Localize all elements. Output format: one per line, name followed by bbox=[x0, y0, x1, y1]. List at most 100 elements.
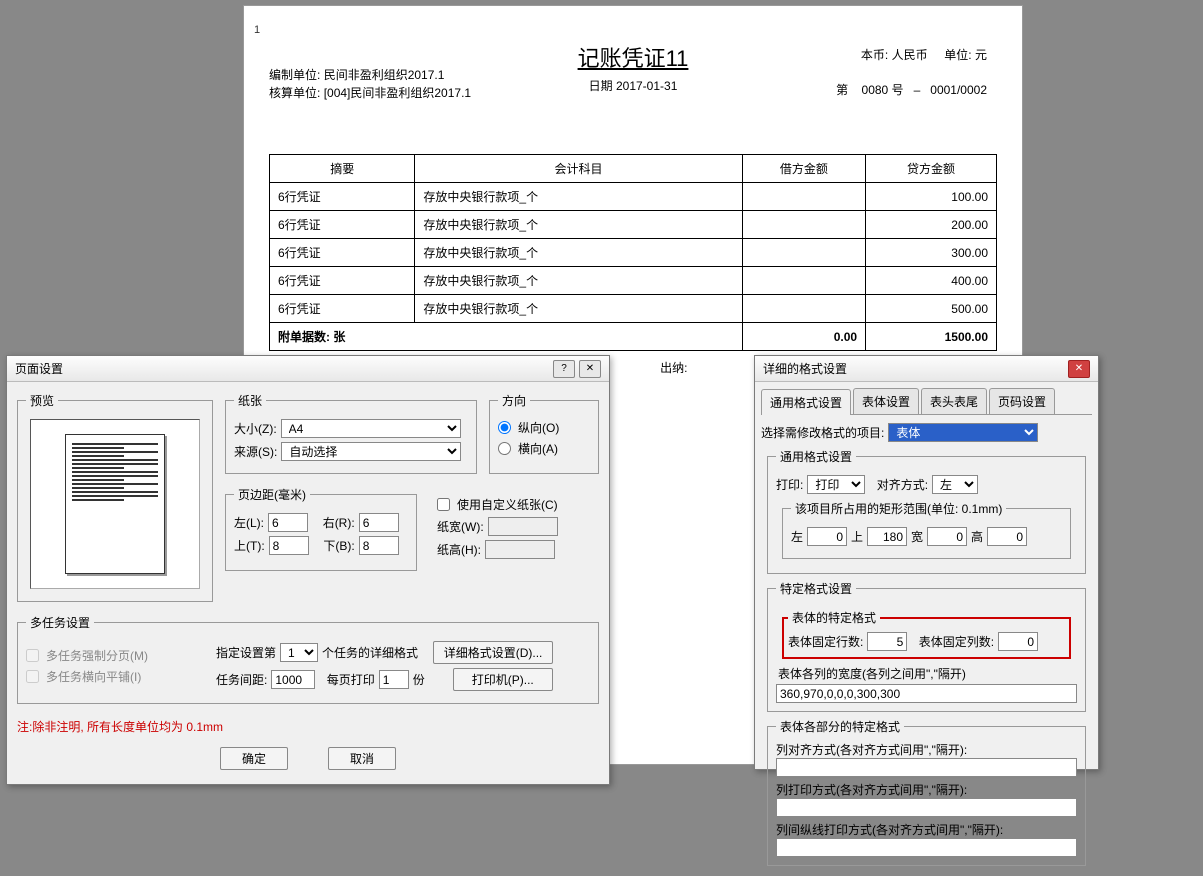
margin-left-input[interactable] bbox=[268, 513, 308, 532]
body-format-group: 表体的特定格式 表体固定行数: 表体固定列数: bbox=[782, 609, 1071, 659]
no-page: 0001/0002 bbox=[930, 83, 987, 97]
preview-thumbnail bbox=[65, 434, 165, 574]
horiz-tile-label: 多任务横向平铺(I) bbox=[46, 668, 141, 685]
tab-pageno[interactable]: 页码设置 bbox=[989, 388, 1055, 414]
cancel-button[interactable]: 取消 bbox=[328, 747, 396, 770]
fixed-cols-label: 表体固定列数: bbox=[919, 633, 994, 650]
align-select[interactable]: 左 bbox=[932, 475, 978, 494]
help-button[interactable]: ? bbox=[553, 360, 575, 378]
col-width-input[interactable] bbox=[776, 684, 1077, 703]
orientation-group: 方向 纵向(O) 横向(A) bbox=[489, 392, 599, 474]
specific-format-legend: 特定格式设置 bbox=[776, 580, 856, 597]
body-parts-legend: 表体各部分的特定格式 bbox=[776, 718, 904, 735]
custom-paper-checkbox[interactable] bbox=[437, 498, 450, 511]
force-break-label: 多任务强制分页(M) bbox=[46, 647, 148, 664]
custom-paper-label: 使用自定义纸张(C) bbox=[457, 496, 558, 513]
col-credit: 贷方金额 bbox=[866, 155, 997, 183]
page-setup-dialog: 页面设置 ? ✕ 预览 bbox=[6, 355, 610, 785]
perpage-label-r: 份 bbox=[413, 671, 425, 688]
paper-width-input bbox=[488, 517, 558, 536]
cell-debit bbox=[742, 239, 866, 267]
col-width-label: 表体各列的宽度(各列之间用","隔开) bbox=[778, 665, 1075, 682]
ok-button[interactable]: 确定 bbox=[220, 747, 288, 770]
perpage-label-l: 每页打印 bbox=[327, 671, 375, 688]
table-row: 6行凭证存放中央银行款项_个100.00 bbox=[270, 183, 997, 211]
preview-legend: 预览 bbox=[26, 392, 58, 409]
print-select[interactable]: 打印 bbox=[807, 475, 865, 494]
table-row: 6行凭证存放中央银行款项_个400.00 bbox=[270, 267, 997, 295]
multitask-legend: 多任务设置 bbox=[26, 614, 94, 631]
detail-format-button[interactable]: 详细格式设置(D)... bbox=[433, 641, 554, 664]
tab-body[interactable]: 表体设置 bbox=[853, 388, 919, 414]
tab-headfoot[interactable]: 表头表尾 bbox=[921, 388, 987, 414]
detail-tabs: 通用格式设置 表体设置 表头表尾 页码设置 bbox=[761, 388, 1092, 415]
orientation-landscape-radio[interactable] bbox=[498, 442, 511, 455]
paper-source-select[interactable]: 自动选择 bbox=[281, 442, 461, 461]
rect-height-label: 高 bbox=[971, 528, 983, 545]
margin-right-input[interactable] bbox=[359, 513, 399, 532]
table-total-row: 附单据数: 张 0.00 1500.00 bbox=[270, 323, 997, 351]
set-task-no-label-r: 个任务的详细格式 bbox=[322, 644, 418, 661]
margin-group: 页边距(毫米) 左(L): 右(R): 上(T): 下(B): bbox=[225, 486, 417, 571]
body-format-legend: 表体的特定格式 bbox=[788, 609, 880, 626]
tab-common[interactable]: 通用格式设置 bbox=[761, 389, 851, 415]
detail-titlebar: 详细的格式设置 ✕ bbox=[755, 356, 1098, 382]
rect-top-input[interactable] bbox=[867, 527, 907, 546]
cell-debit bbox=[742, 267, 866, 295]
paper-width-label: 纸宽(W): bbox=[437, 518, 484, 535]
detail-close-button[interactable]: ✕ bbox=[1068, 360, 1090, 378]
perpage-input[interactable] bbox=[379, 670, 409, 689]
unit-note: 注:除非注明, 所有长度单位均为 0.1mm bbox=[7, 714, 609, 739]
printer-button[interactable]: 打印机(P)... bbox=[453, 668, 553, 691]
org-value: 民间非盈利组织2017.1 bbox=[324, 68, 445, 82]
acc-label: 核算单位: bbox=[269, 86, 320, 100]
set-task-no-select[interactable]: 1 bbox=[280, 643, 318, 662]
table-header-row: 摘要 会计科目 借方金额 贷方金额 bbox=[270, 155, 997, 183]
paper-size-select[interactable]: A4 bbox=[281, 419, 461, 438]
col-align-input[interactable] bbox=[776, 758, 1077, 777]
fixed-rows-input[interactable] bbox=[867, 632, 907, 651]
preview-pane bbox=[30, 419, 200, 589]
fixed-cols-input[interactable] bbox=[998, 632, 1038, 651]
force-break-checkbox bbox=[26, 649, 39, 662]
rect-legend: 该项目所占用的矩形范围(单位: 0.1mm) bbox=[791, 500, 1006, 517]
margin-left-label: 左(L): bbox=[234, 514, 264, 531]
cell-summary: 6行凭证 bbox=[270, 295, 415, 323]
fixed-rows-label: 表体固定行数: bbox=[788, 633, 863, 650]
rect-top-label: 上 bbox=[851, 528, 863, 545]
print-label: 打印: bbox=[776, 476, 803, 493]
cell-credit: 300.00 bbox=[866, 239, 997, 267]
cell-subject: 存放中央银行款项_个 bbox=[415, 183, 742, 211]
page-setup-titlebar: 页面设置 ? ✕ bbox=[7, 356, 609, 382]
cell-subject: 存放中央银行款项_个 bbox=[415, 267, 742, 295]
rect-width-input[interactable] bbox=[927, 527, 967, 546]
select-item-label: 选择需修改格式的项目: bbox=[761, 424, 884, 441]
total-label: 附单据数: 张 bbox=[270, 323, 743, 351]
rect-left-input[interactable] bbox=[807, 527, 847, 546]
close-button[interactable]: ✕ bbox=[579, 360, 601, 378]
margin-right-label: 右(R): bbox=[323, 514, 355, 531]
preview-group: 预览 bbox=[17, 392, 213, 602]
margin-top-input[interactable] bbox=[269, 536, 309, 555]
task-gap-label: 任务间距: bbox=[216, 671, 267, 688]
col-vline-label: 列间纵线打印方式(各对齐方式间用","隔开): bbox=[776, 821, 1077, 838]
col-vline-input[interactable] bbox=[776, 838, 1077, 857]
select-item-dropdown[interactable]: 表体 bbox=[888, 423, 1038, 442]
acc-value: [004]民间非盈利组织2017.1 bbox=[324, 86, 471, 100]
footer-cashier: 出纳: bbox=[660, 359, 687, 376]
task-gap-input[interactable] bbox=[271, 670, 315, 689]
page-corner-number: 1 bbox=[254, 24, 260, 36]
total-credit: 1500.00 bbox=[866, 323, 997, 351]
col-debit: 借方金额 bbox=[742, 155, 866, 183]
rect-height-input[interactable] bbox=[987, 527, 1027, 546]
set-task-no-label-l: 指定设置第 bbox=[216, 644, 276, 661]
col-print-input[interactable] bbox=[776, 798, 1077, 817]
orientation-portrait-radio[interactable] bbox=[498, 421, 511, 434]
horiz-tile-checkbox bbox=[26, 670, 39, 683]
margin-bottom-input[interactable] bbox=[359, 536, 399, 555]
col-summary: 摘要 bbox=[270, 155, 415, 183]
meta-right-currency: 本币: 人民币 单位: 元 bbox=[861, 46, 987, 63]
cell-debit bbox=[742, 211, 866, 239]
no-value: 0080 号 bbox=[862, 83, 904, 97]
meta-right-number: 第 0080 号 – 0001/0002 bbox=[836, 81, 987, 98]
